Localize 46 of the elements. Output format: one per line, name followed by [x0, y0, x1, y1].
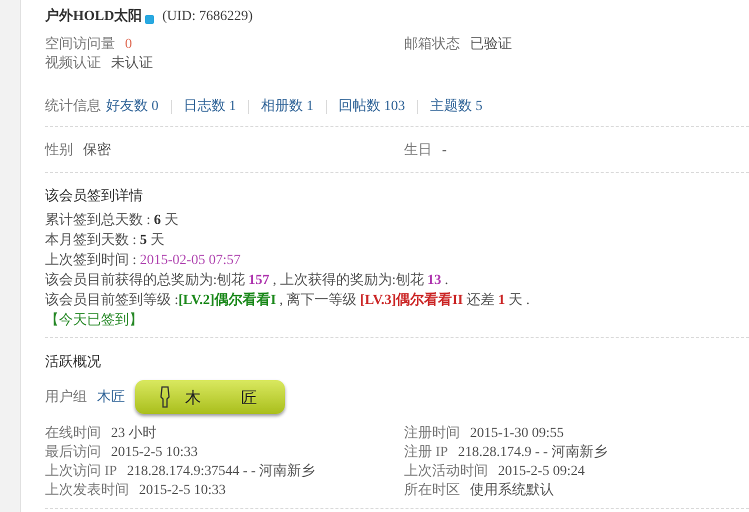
info-value: 保密 [83, 141, 111, 160]
info-label: 在线时间 [45, 424, 101, 443]
info-label: 生日 [404, 142, 432, 160]
info-label: 上次访问 IP [45, 462, 117, 481]
info-label: 最后访问 [45, 443, 101, 462]
info-value: 已验证 [470, 36, 512, 54]
group-label: 用户组 [45, 388, 87, 406]
stat-link[interactable]: 日志数 1 [184, 97, 236, 116]
info-label: 上次活动时间 [404, 462, 488, 481]
section-title: 活跃概况 [45, 354, 102, 372]
info-value: 2015-2-5 10:33 [139, 482, 226, 500]
info-value: 未认证 [111, 54, 153, 73]
info-value: 218.28.174.9 - - 河南新乡 [458, 443, 608, 462]
group-link[interactable]: 木匠 [97, 388, 125, 406]
info-label: 注册时间 [404, 424, 460, 443]
info-label: 性别 [45, 142, 73, 160]
stat-link[interactable]: 相册数 1 [261, 97, 314, 116]
info-value: 2015-1-30 09:55 [470, 425, 564, 443]
signin-detail: 该会员目前获得的总奖励为:刨花 157 , 上次获得的奖励为:刨花 13 . [45, 271, 450, 290]
info-label: 邮箱状态 [404, 35, 460, 54]
signin-detail: 该会员目前签到等级 :[LV.2]偶尔看看I , 离下一等级 [LV.3]偶尔看看II 还差 1 天 . [45, 291, 531, 310]
info-value: 23 小时 [111, 424, 156, 443]
info-value: - [442, 142, 447, 160]
user-id: (UID: 7686229) [162, 8, 253, 26]
signin-detail: 上次签到时间 : 2015-02-05 07:57 [45, 252, 242, 270]
info-value: 218.28.174.9:37544 - - 河南新乡 [126, 462, 316, 481]
info-label: 注册 IP [404, 443, 448, 462]
info-label: 视频认证 [45, 54, 101, 73]
signin-detail: 本月签到天数 : 5 天 [45, 232, 166, 250]
username: 户外HOLD太阳 [45, 6, 142, 26]
section-title: 该会员签到详情 [45, 187, 144, 206]
signin-detail: 累计签到总天数 : 6 天 [45, 212, 180, 230]
info-value: 2015-2-5 09:24 [498, 463, 585, 481]
info-value: 2015-2-5 10:33 [111, 444, 198, 462]
info-value: 使用系统默认 [470, 481, 554, 500]
stat-link[interactable]: 回帖数 103 [338, 97, 405, 116]
stats-label: 统计信息 [45, 97, 101, 116]
badge-text: 木 匠 [185, 388, 269, 406]
chisel-icon [159, 386, 171, 408]
signin-status: 【今天已签到】 [45, 311, 144, 330]
info-label: 上次发表时间 [45, 482, 129, 500]
stat-link[interactable]: 好友数 0 [106, 97, 158, 116]
info-label: 所在时区 [404, 482, 460, 500]
stat-link[interactable]: 主题数 5 [430, 97, 482, 116]
info-value: 0 [125, 36, 132, 54]
info-label: 空间访问量 [45, 35, 115, 54]
